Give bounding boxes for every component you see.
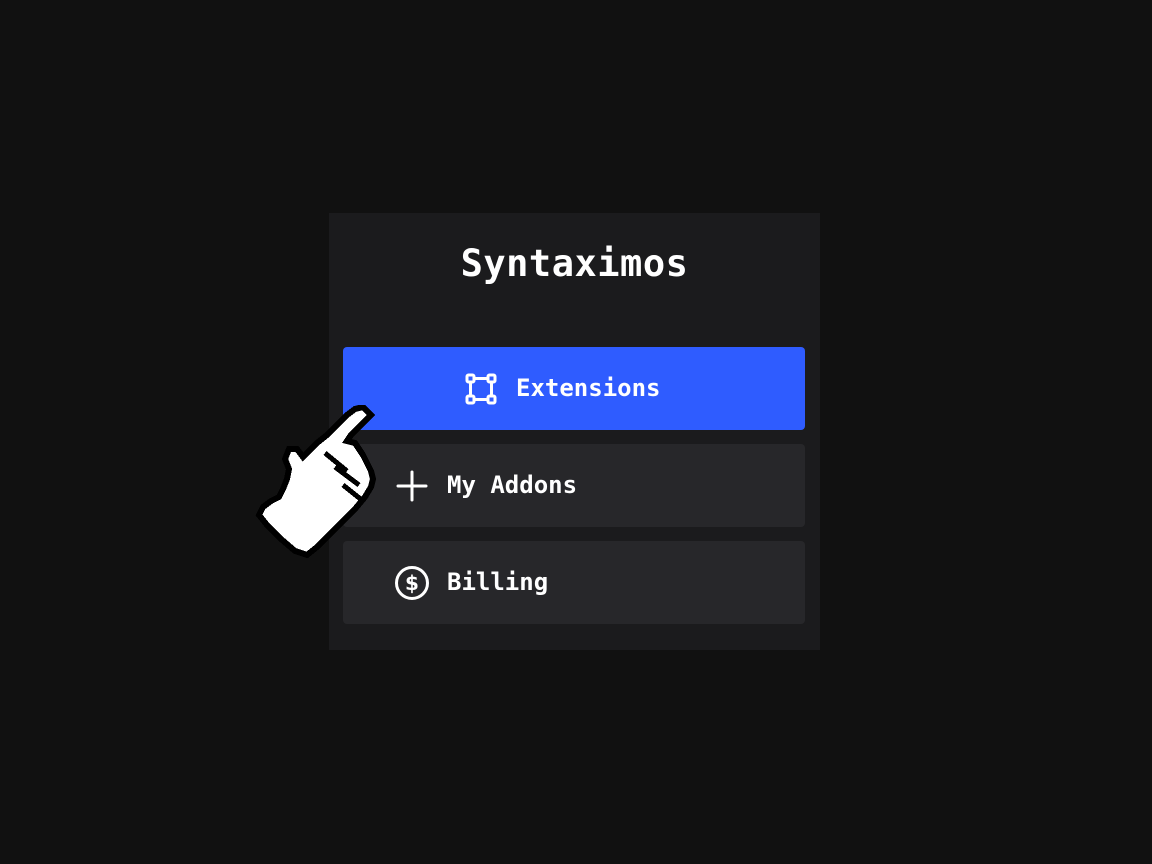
nav-item-label: Extensions	[516, 374, 661, 402]
extensions-icon	[463, 371, 499, 407]
dollar-circle-icon: $	[394, 565, 430, 601]
nav-item-billing[interactable]: $ Billing	[343, 541, 805, 624]
sidebar-panel: Syntaximos Extensions My Addons $ Billin…	[329, 213, 820, 650]
app-title: Syntaximos	[460, 242, 689, 285]
nav-item-extensions[interactable]: Extensions	[343, 347, 805, 430]
svg-text:$: $	[405, 571, 419, 595]
plus-icon	[394, 468, 430, 504]
nav-item-label: My Addons	[447, 471, 578, 499]
nav-item-label: Billing	[447, 568, 549, 596]
nav-item-my-addons[interactable]: My Addons	[343, 444, 805, 527]
